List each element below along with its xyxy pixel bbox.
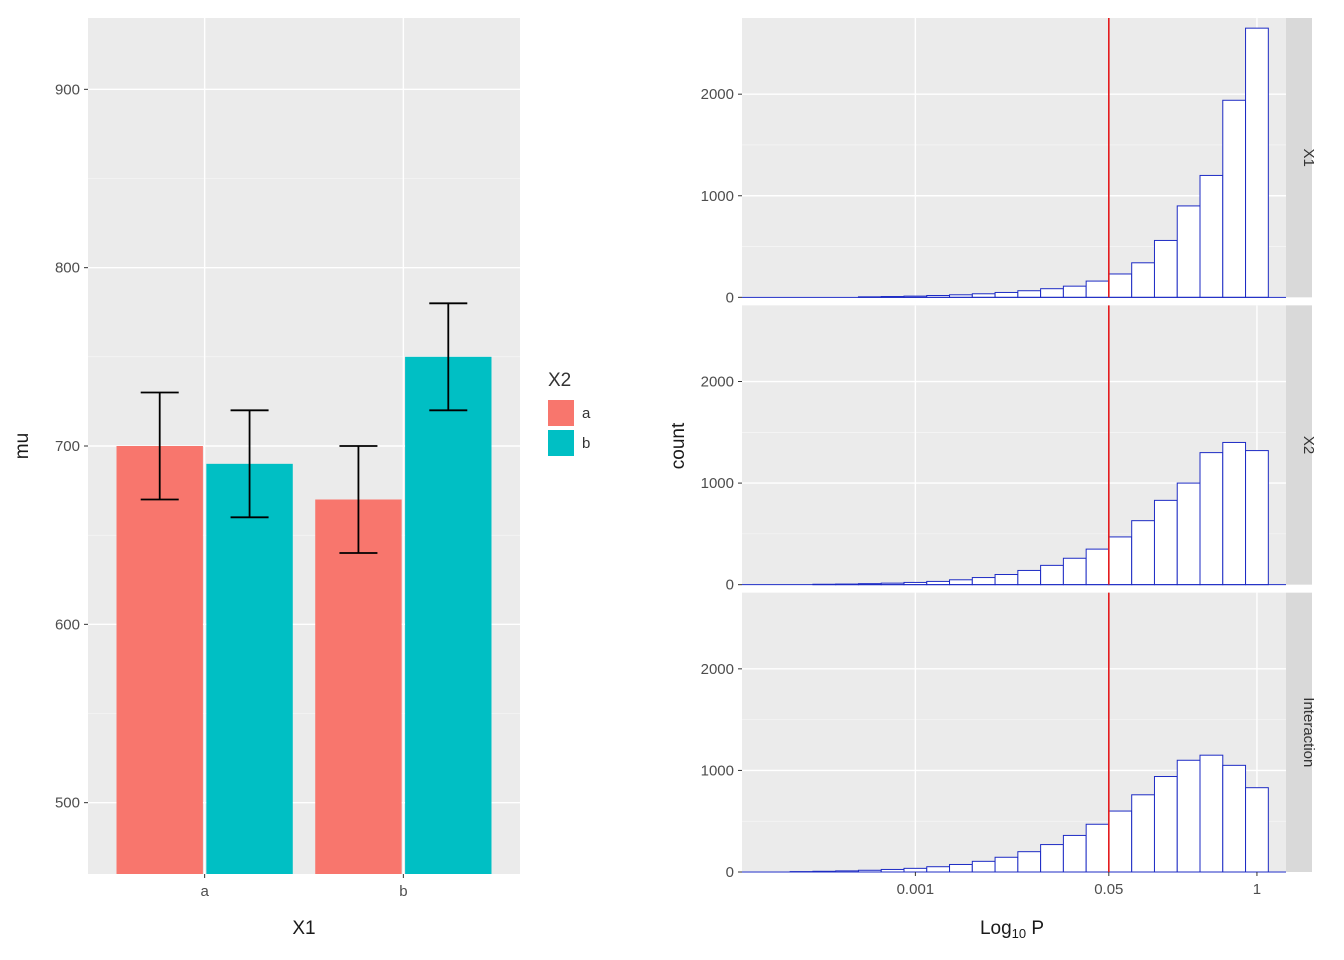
hist-bar: [1223, 765, 1246, 872]
xtick-a: a: [200, 883, 209, 900]
hist-bar: [1018, 852, 1041, 872]
hist-bar: [1109, 537, 1132, 585]
hist-bar: [1086, 824, 1109, 872]
hist-bar: [1223, 442, 1246, 584]
legend-label-a: a: [582, 405, 590, 422]
facet-strip-Interaction: Interaction: [1300, 697, 1317, 767]
ytick-X1-0: 0: [726, 289, 734, 306]
hist-bar: [1109, 274, 1132, 297]
hist-bar: [1132, 263, 1155, 298]
ytick-X2-0: 0: [726, 577, 734, 594]
x-axis-title-x1: X1: [292, 918, 315, 939]
hist-bar: [1154, 500, 1177, 584]
hist-bar: [972, 294, 995, 298]
hist-bar: [995, 292, 1018, 297]
hist-bar: [1063, 286, 1086, 297]
hist-bar: [1200, 755, 1223, 872]
hist-bar: [1018, 570, 1041, 584]
hist-bar: [1132, 521, 1155, 585]
hist-bar: [1200, 175, 1223, 297]
hist-bar: [904, 868, 927, 872]
y-axis-title-count: count: [672, 422, 689, 469]
hist-bar: [1041, 289, 1064, 298]
hist-bar: [1041, 845, 1064, 872]
hist-bar: [1018, 291, 1041, 298]
ytick-500: 500: [55, 795, 80, 812]
bar-b-b: [405, 357, 491, 874]
hist-bar: [1063, 835, 1086, 872]
hist-bar: [1177, 206, 1200, 297]
hist-bar: [950, 864, 973, 872]
xtick-1: 1: [1253, 881, 1261, 898]
hist-bar: [972, 578, 995, 585]
hist-bar: [995, 857, 1018, 872]
y-axis-title-mu: mu: [12, 433, 33, 459]
hist-bar: [972, 861, 995, 872]
facet-strip-X2: X2: [1300, 436, 1317, 454]
bar-a-b: [206, 464, 292, 874]
x-axis-title-logp: Log10 P: [980, 918, 1044, 941]
xtick-0.001: 0.001: [897, 881, 935, 898]
legend-swatch-b: [548, 430, 574, 456]
hist-bar: [1246, 788, 1269, 872]
hist-bar: [927, 867, 950, 872]
hist-bar: [1041, 565, 1064, 584]
hist-bar: [1200, 453, 1223, 585]
hist-bar: [1223, 100, 1246, 297]
hist-bar: [1177, 483, 1200, 585]
ytick-800: 800: [55, 260, 80, 277]
ytick-600: 600: [55, 616, 80, 633]
hist-bar: [1177, 760, 1200, 872]
ytick-Interaction-1000: 1000: [701, 762, 734, 779]
hist-bar: [995, 575, 1018, 585]
hist-bar: [1086, 549, 1109, 585]
hist-bar: [1063, 558, 1086, 584]
ytick-X2-1000: 1000: [701, 475, 734, 492]
legend-swatch-a: [548, 400, 574, 426]
ytick-900: 900: [55, 81, 80, 98]
hist-bar: [1154, 240, 1177, 297]
xtick-b: b: [399, 883, 407, 900]
hist-bar: [1132, 795, 1155, 872]
ytick-Interaction-2000: 2000: [701, 661, 734, 678]
legend-title: X2: [548, 370, 590, 392]
ytick-700: 700: [55, 438, 80, 455]
hist-bar: [1246, 28, 1269, 297]
bar-a-a: [117, 446, 203, 874]
hist-bar: [1246, 451, 1269, 585]
hist-bar: [1086, 281, 1109, 297]
xtick-0.05: 0.05: [1094, 881, 1123, 898]
histogram-facets: 0 1000 2000 X1 0 1000 2000 X2 0 1000 2000 Interacti…: [701, 18, 1317, 881]
ytick-X1-1000: 1000: [701, 188, 734, 205]
bar-b-a: [315, 500, 401, 875]
hist-bar: [1154, 777, 1177, 872]
facet-strip-X1: X1: [1300, 148, 1317, 166]
hist-bar: [1109, 811, 1132, 872]
legend-label-b: b: [582, 435, 590, 452]
ytick-Interaction-0: 0: [726, 864, 734, 881]
ytick-X1-2000: 2000: [701, 86, 734, 103]
ytick-X2-2000: 2000: [701, 374, 734, 391]
hist-bar: [950, 580, 973, 585]
bar-chart-panel: 500 600 700 800 900 a b: [55, 18, 520, 900]
